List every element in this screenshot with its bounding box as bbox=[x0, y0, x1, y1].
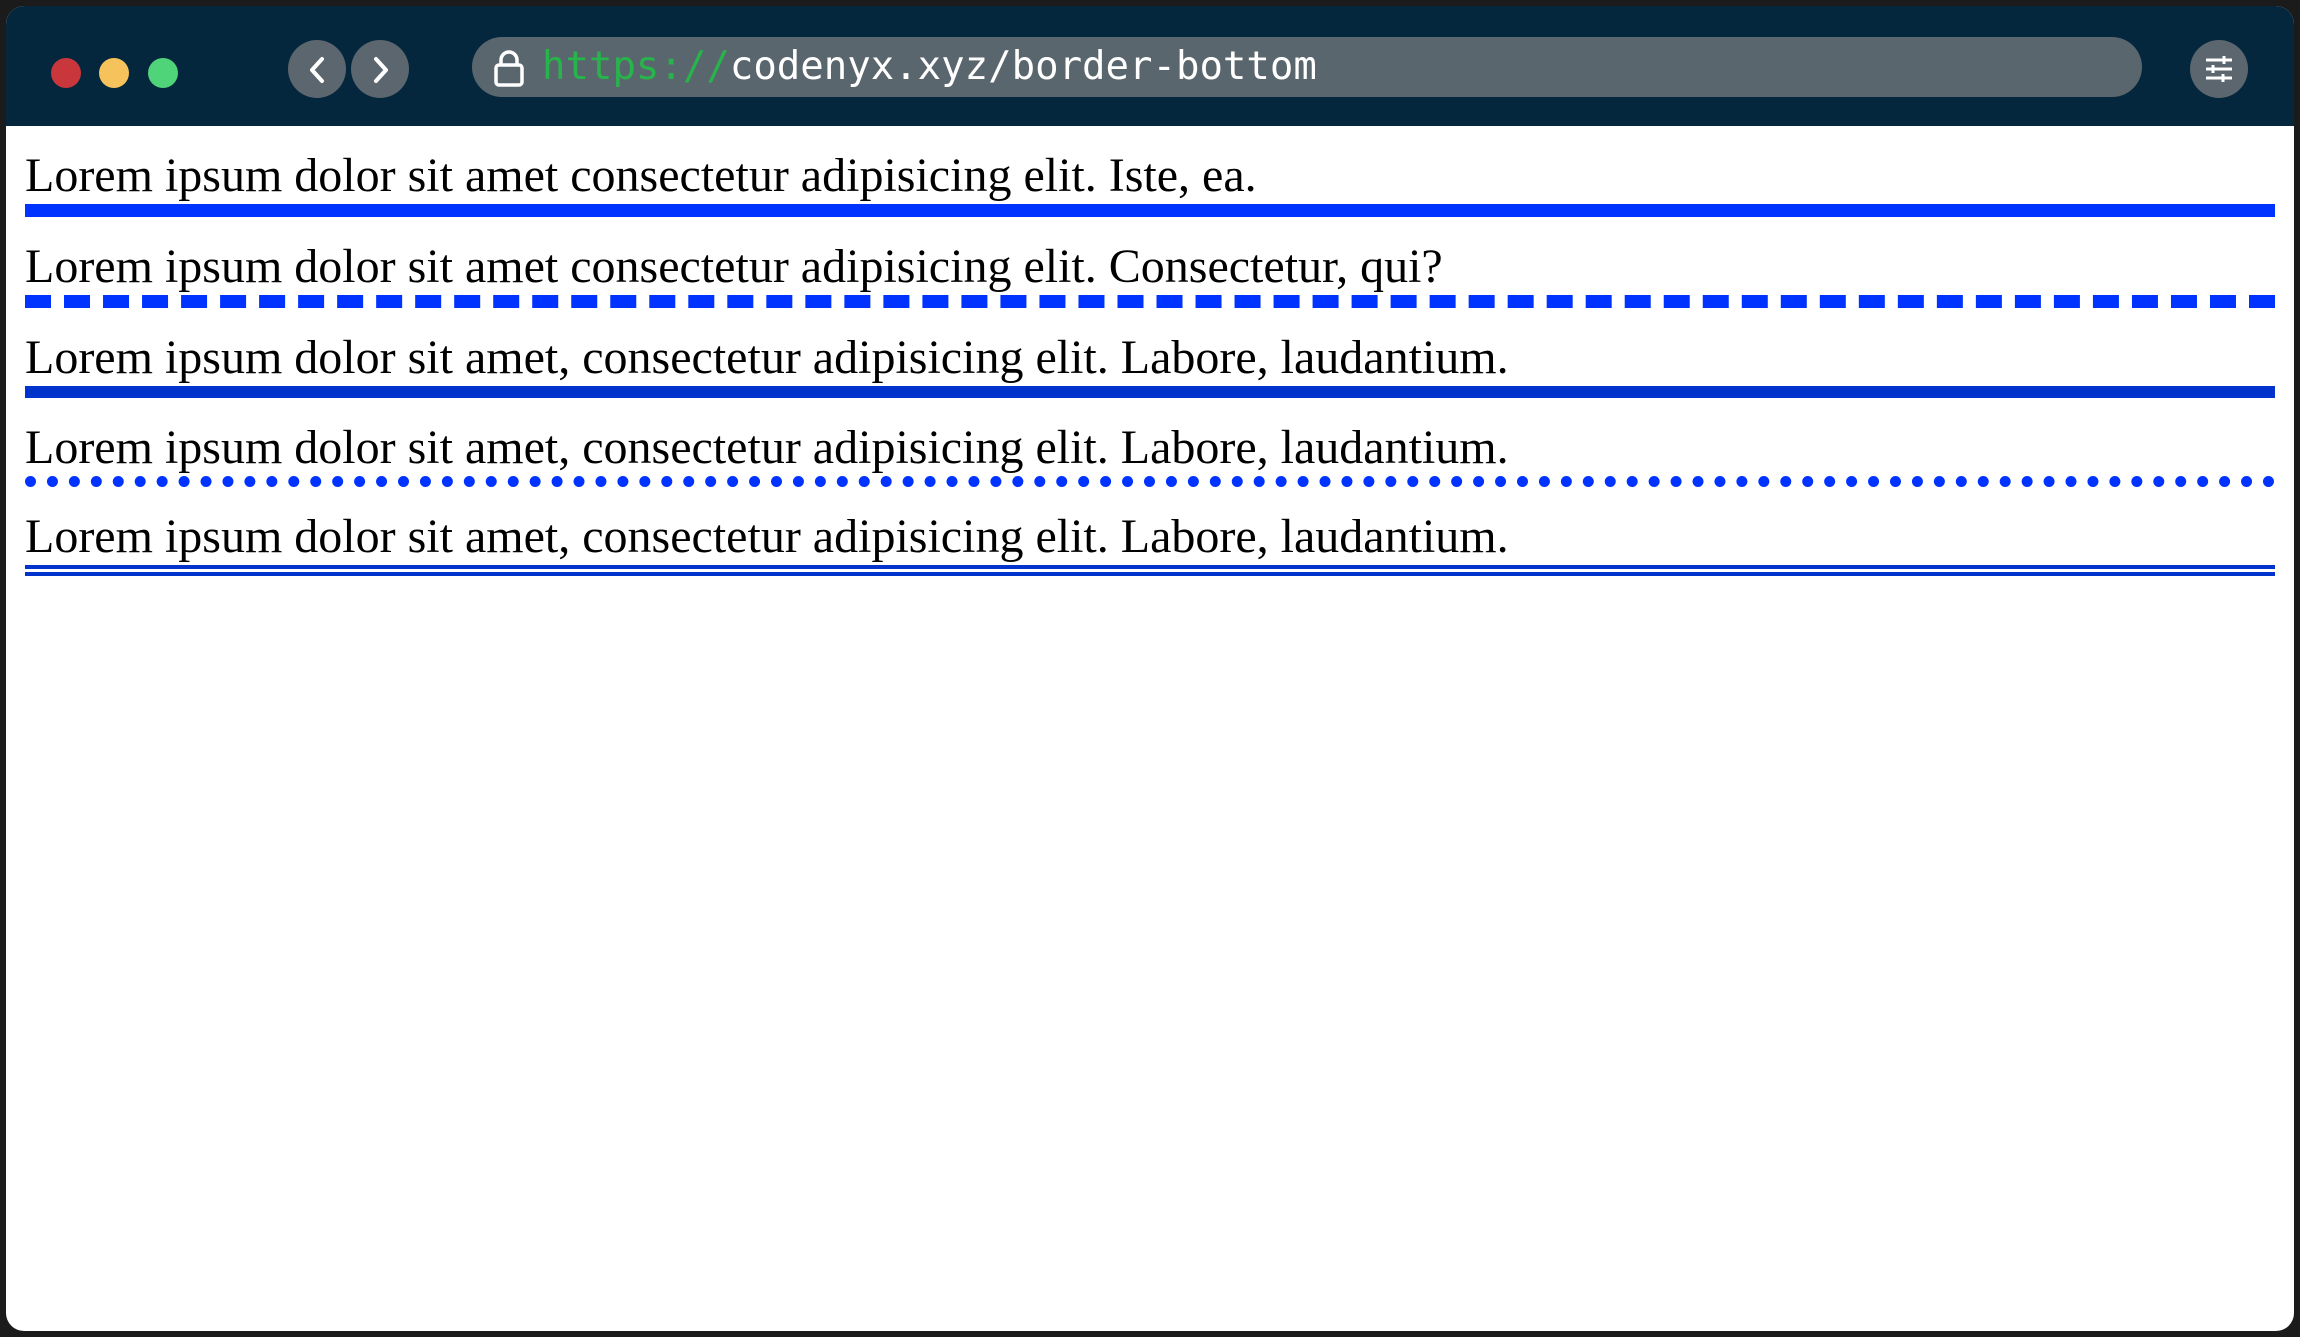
paragraph-solid-dark-border: Lorem ipsum dolor sit amet, consectetur … bbox=[25, 308, 2275, 398]
settings-button[interactable] bbox=[2190, 40, 2248, 98]
browser-window: https://codenyx.xyz/border-bottom Lorem … bbox=[6, 6, 2294, 1331]
minimize-window-button[interactable] bbox=[99, 58, 129, 88]
lock-icon bbox=[494, 50, 524, 87]
paragraph-dotted-border: Lorem ipsum dolor sit amet, consectetur … bbox=[25, 398, 2275, 487]
maximize-window-button[interactable] bbox=[148, 58, 178, 88]
forward-chevron-icon bbox=[374, 57, 388, 83]
back-button[interactable] bbox=[288, 40, 346, 98]
back-chevron-icon bbox=[310, 57, 324, 83]
paragraph-dashed-border: Lorem ipsum dolor sit amet consectetur a… bbox=[25, 217, 2275, 308]
settings-sliders-icon bbox=[2206, 56, 2232, 82]
url-text: https://codenyx.xyz/border-bottom bbox=[542, 37, 1317, 97]
paragraph-double-border: Lorem ipsum dolor sit amet, consectetur … bbox=[25, 487, 2275, 576]
url-path: codenyx.xyz/border-bottom bbox=[729, 44, 1317, 89]
close-window-button[interactable] bbox=[51, 58, 81, 88]
paragraph-solid-border: Lorem ipsum dolor sit amet consectetur a… bbox=[25, 126, 2275, 217]
page-content: Lorem ipsum dolor sit amet consectetur a… bbox=[25, 126, 2275, 576]
url-scheme: https:// bbox=[542, 44, 730, 89]
forward-button[interactable] bbox=[351, 40, 409, 98]
address-bar[interactable]: https://codenyx.xyz/border-bottom bbox=[472, 37, 2142, 97]
browser-titlebar: https://codenyx.xyz/border-bottom bbox=[6, 6, 2294, 126]
